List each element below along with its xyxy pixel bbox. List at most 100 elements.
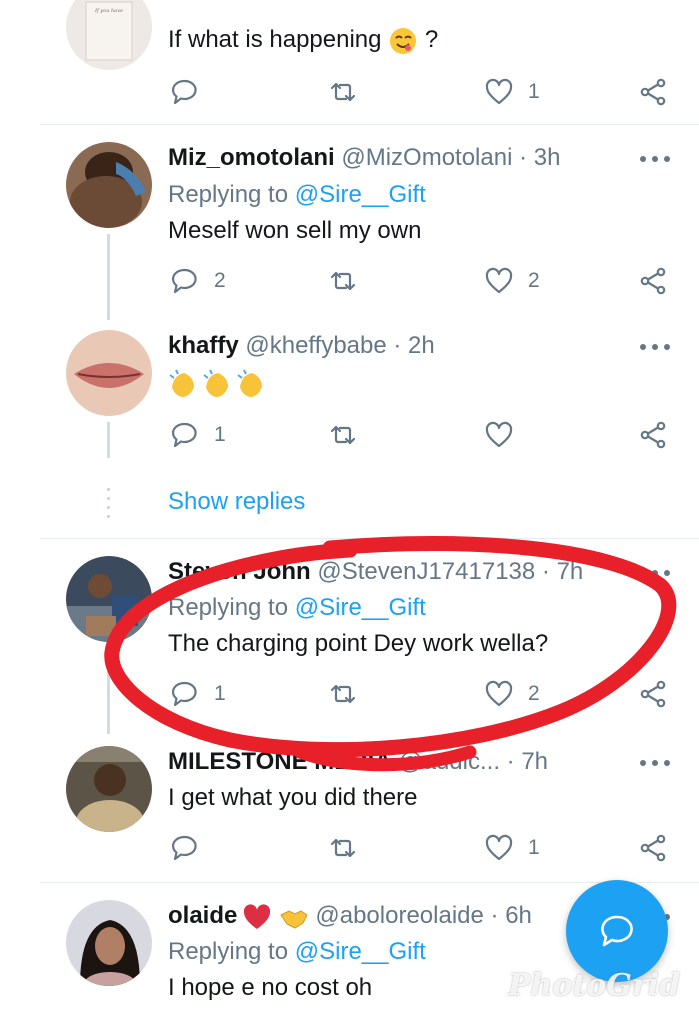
share-button[interactable] — [638, 830, 668, 866]
author-handle[interactable]: @StevenJ17417138 — [317, 558, 535, 585]
tweet-text: Meself won sell my own — [168, 217, 422, 244]
replying-to: Replying to @Sire__Gift — [168, 594, 426, 621]
reply-button[interactable]: 1 — [170, 676, 226, 712]
avatar[interactable] — [66, 330, 152, 416]
tweet-0[interactable]: If you have If what is happening ? 1 — [0, 0, 699, 124]
like-count: 1 — [528, 836, 540, 859]
tweet-time[interactable]: · 2h — [393, 332, 434, 359]
like-button[interactable]: 2 — [484, 263, 540, 299]
red-heart-emoji-icon — [243, 904, 271, 929]
like-count: 2 — [528, 269, 540, 292]
tweet-text: I hope e no cost oh — [168, 974, 373, 1001]
author-handle[interactable]: @aboloreolaide — [315, 902, 483, 929]
share-button[interactable] — [638, 263, 668, 299]
tweet-header: olaide @aboloreolaide · 6h — [168, 900, 532, 932]
tweet-3[interactable]: Steven John @StevenJ17417138 · 7h Replyi… — [0, 556, 699, 736]
reply-button[interactable] — [170, 830, 200, 866]
retweet-button[interactable] — [328, 74, 358, 110]
reply-icon — [171, 422, 197, 448]
share-button[interactable] — [638, 676, 668, 712]
more-button[interactable] — [640, 568, 674, 578]
avatar[interactable] — [66, 556, 152, 642]
handshake-emoji-icon — [279, 910, 308, 929]
thread-line — [107, 422, 110, 458]
reply-icon — [171, 79, 197, 105]
share-icon — [640, 267, 666, 295]
avatar[interactable] — [66, 142, 152, 228]
author-name[interactable]: Miz_omotolani — [168, 144, 335, 171]
more-button[interactable] — [640, 758, 674, 768]
reply-count: 1 — [214, 423, 226, 446]
tweet-time[interactable]: · 6h — [491, 902, 532, 929]
like-count: 1 — [528, 80, 540, 103]
watermark: PhotoGrid — [508, 968, 681, 1003]
avatar[interactable]: If you have — [66, 0, 152, 70]
like-button[interactable]: 2 — [484, 676, 540, 712]
tweet-text — [168, 367, 268, 401]
avatar[interactable] — [66, 746, 152, 832]
more-button[interactable] — [640, 154, 674, 164]
retweet-icon — [330, 838, 356, 858]
author-name[interactable]: olaide — [168, 902, 237, 929]
author-name[interactable]: Steven John — [168, 558, 311, 585]
tweet-actions: 2 2 — [168, 263, 678, 299]
retweet-icon — [330, 271, 356, 291]
tweet-text: The charging point Dey work wella? — [168, 630, 549, 657]
reply-count: 2 — [214, 269, 226, 292]
divider — [40, 124, 699, 125]
tweet-1[interactable]: Miz_omotolani @MizOmotolani · 3h Replyin… — [0, 142, 699, 322]
author-handle[interactable]: @kheffybabe — [245, 332, 386, 359]
reply-count: 1 — [214, 682, 226, 705]
tweet-actions: 1 — [168, 830, 678, 866]
retweet-button[interactable] — [328, 676, 358, 712]
reply-button[interactable]: 1 — [170, 417, 226, 453]
author-handle[interactable]: @audic... — [398, 748, 500, 775]
author-name[interactable]: MILESTONE MEDIA — [168, 748, 392, 775]
like-button[interactable]: 1 — [484, 830, 540, 866]
tweet-2[interactable]: khaffy @kheffybabe · 2h 1 — [0, 330, 699, 530]
show-replies-link[interactable]: Show replies — [168, 486, 305, 518]
replying-to: Replying to @Sire__Gift — [168, 181, 426, 208]
mention-link[interactable]: @Sire__Gift — [295, 181, 426, 208]
mention-link[interactable]: @Sire__Gift — [295, 938, 426, 965]
retweet-button[interactable] — [328, 263, 358, 299]
tweet-time[interactable]: · 3h — [519, 144, 560, 171]
like-icon — [485, 78, 513, 105]
tweet-time[interactable]: · 7h — [507, 748, 548, 775]
author-name[interactable]: khaffy — [168, 332, 239, 359]
yum-emoji-icon — [390, 27, 417, 54]
share-button[interactable] — [638, 74, 668, 110]
like-button[interactable]: 1 — [484, 74, 540, 110]
thread-line — [107, 648, 110, 734]
reply-button[interactable]: 2 — [170, 263, 226, 299]
tweet-header: MILESTONE MEDIA @audic... · 7h — [168, 746, 548, 778]
avatar-quote: If you have — [94, 8, 123, 14]
clap-emoji-icon — [169, 369, 262, 397]
share-icon — [640, 680, 666, 708]
reply-icon — [171, 268, 197, 294]
divider — [40, 538, 699, 539]
replying-to: Replying to @Sire__Gift — [168, 938, 426, 965]
reply-button[interactable] — [170, 74, 200, 110]
more-button[interactable] — [640, 342, 674, 352]
author-handle[interactable]: @MizOmotolani — [341, 144, 512, 171]
like-button[interactable] — [484, 417, 514, 453]
tweet-text: I get what you did there — [168, 784, 418, 811]
share-button[interactable] — [638, 417, 668, 453]
more-icon — [640, 570, 646, 576]
retweet-button[interactable] — [328, 417, 358, 453]
tweet-header: khaffy @kheffybabe · 2h — [168, 330, 435, 362]
compose-button[interactable] — [566, 880, 668, 982]
tweet-4[interactable]: MILESTONE MEDIA @audic... · 7h I get wha… — [0, 746, 699, 876]
mention-link[interactable]: @Sire__Gift — [295, 594, 426, 621]
tweet-header: Miz_omotolani @MizOmotolani · 3h — [168, 142, 560, 174]
thread-dots — [107, 488, 110, 518]
avatar[interactable] — [66, 900, 152, 986]
like-icon — [485, 680, 513, 707]
retweet-icon — [330, 684, 356, 704]
retweet-button[interactable] — [328, 830, 358, 866]
like-icon — [485, 267, 513, 294]
tweet-time[interactable]: · 7h — [542, 558, 583, 585]
compose-icon — [601, 915, 633, 947]
retweet-icon — [330, 425, 356, 445]
